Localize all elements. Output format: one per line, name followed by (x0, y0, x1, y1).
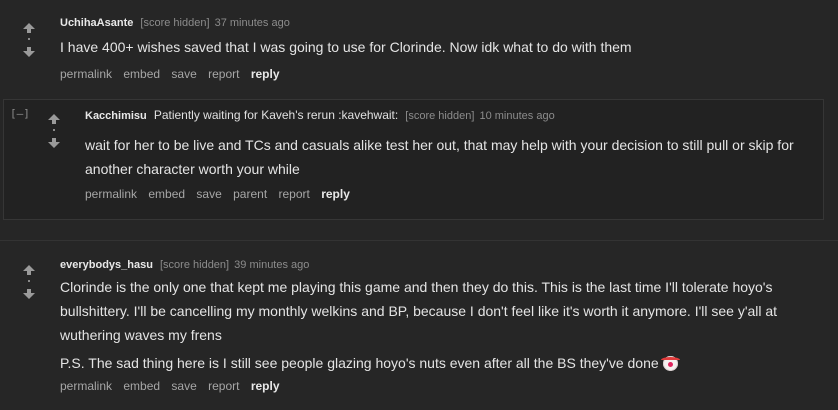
save-button[interactable]: save (196, 187, 221, 201)
comment-time: 39 minutes ago (234, 259, 310, 271)
comment-tagline: UchihaAsante [score hidden] 37 minutes a… (60, 17, 290, 30)
embed-button[interactable]: embed (123, 379, 160, 393)
comment-score: [score hidden] (160, 259, 230, 271)
comment-author[interactable]: everybodys_hasu (60, 259, 153, 271)
permalink-button[interactable]: permalink (60, 379, 112, 393)
report-button[interactable]: report (279, 187, 310, 201)
comment-score: [score hidden] (405, 110, 475, 122)
comment-author[interactable]: UchihaAsante (60, 17, 133, 29)
comment-buttons: permalink embed save report reply (60, 67, 288, 81)
vote-separator-dot (53, 129, 55, 131)
clown-face-icon (660, 356, 680, 371)
reply-button[interactable]: reply (251, 379, 280, 393)
comment-paragraph: P.S. The sad thing here is I still see p… (60, 351, 825, 375)
parent-button[interactable]: parent (233, 187, 267, 201)
reply-button[interactable]: reply (321, 187, 350, 201)
comment-buttons: permalink embed save parent report reply (85, 187, 358, 201)
comment-author[interactable]: Kacchimisu (85, 110, 147, 122)
report-button[interactable]: report (208, 379, 239, 393)
upvote-arrow-icon[interactable] (47, 113, 61, 127)
collapse-toggle[interactable]: [–] (10, 107, 30, 120)
comment-body: Clorinde is the only one that kept me pl… (60, 275, 825, 375)
comment-body: wait for her to be live and TCs and casu… (85, 133, 820, 181)
reply-button[interactable]: reply (251, 67, 280, 81)
comment-time: 37 minutes ago (214, 17, 290, 29)
permalink-button[interactable]: permalink (85, 187, 137, 201)
comment-score: [score hidden] (140, 17, 210, 29)
comment-buttons: permalink embed save report reply (60, 379, 288, 393)
comment-paragraph: Clorinde is the only one that kept me pl… (60, 279, 778, 343)
comment-time: 10 minutes ago (479, 110, 555, 122)
comment-paragraph-text: P.S. The sad thing here is I still see p… (60, 355, 659, 371)
permalink-button[interactable]: permalink (60, 67, 112, 81)
comment-divider (0, 240, 838, 241)
downvote-arrow-icon[interactable] (22, 46, 36, 60)
embed-button[interactable]: embed (123, 67, 160, 81)
comment-tagline: everybodys_hasu [score hidden] 39 minute… (60, 259, 309, 272)
downvote-arrow-icon[interactable] (22, 288, 36, 302)
report-button[interactable]: report (208, 67, 239, 81)
vote-separator-dot (28, 38, 30, 40)
upvote-arrow-icon[interactable] (22, 264, 36, 278)
upvote-arrow-icon[interactable] (22, 22, 36, 36)
comment-tagline: Kacchimisu Patiently waiting for Kaveh's… (85, 109, 555, 123)
comment-body: I have 400+ wishes saved that I was goin… (60, 35, 820, 59)
user-flair: Patiently waiting for Kaveh's rerun :kav… (153, 108, 399, 122)
save-button[interactable]: save (171, 379, 196, 393)
comment-paragraph: wait for her to be live and TCs and casu… (85, 137, 794, 177)
comment-paragraph: I have 400+ wishes saved that I was goin… (60, 39, 632, 55)
downvote-arrow-icon[interactable] (47, 137, 61, 151)
embed-button[interactable]: embed (148, 187, 185, 201)
vote-separator-dot (28, 280, 30, 282)
save-button[interactable]: save (171, 67, 196, 81)
